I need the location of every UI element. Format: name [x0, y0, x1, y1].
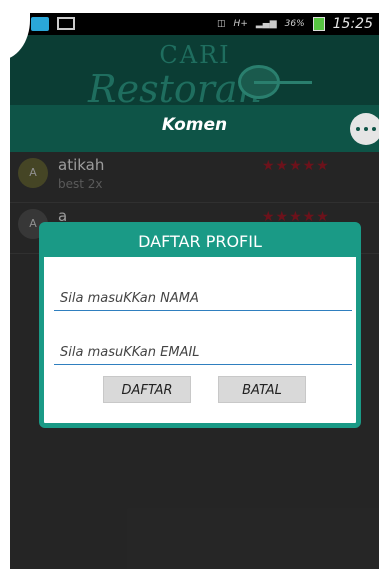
image-icon — [56, 17, 75, 30]
phone-screen: ψ ◫ H+ ▂▄▆ 36% 15:25 CARI Restoran Komen… — [10, 13, 379, 569]
battery-percent: 36% — [284, 19, 305, 29]
signal-icon: ▂▄▆ — [255, 19, 277, 29]
clock: 15:25 — [332, 16, 373, 32]
logo-cari: CARI — [159, 41, 231, 69]
register-dialog: DAFTAR PROFIL Sila masuKKan NAMA Sila ma… — [39, 222, 361, 428]
cancel-button[interactable]: BATAL — [218, 376, 306, 403]
dialog-title: DAFTAR PROFIL — [44, 227, 356, 257]
email-field[interactable]: Sila masuKKan EMAIL — [54, 341, 352, 365]
fork-icon — [254, 81, 312, 84]
name-field[interactable]: Sila masuKKan NAMA — [54, 287, 352, 311]
page-title: Komen — [161, 115, 228, 135]
title-bar: Komen — [10, 105, 379, 153]
app-header: CARI Restoran Komen — [10, 35, 379, 153]
chat-icon[interactable] — [350, 113, 379, 145]
register-button[interactable]: DAFTAR — [103, 376, 191, 403]
wifi-icon — [30, 16, 49, 31]
network-type: H+ — [233, 19, 248, 29]
status-bar: ψ ◫ H+ ▂▄▆ 36% 15:25 — [10, 13, 379, 35]
battery-icon — [312, 17, 325, 31]
mute-icon: ◫ — [217, 19, 226, 29]
